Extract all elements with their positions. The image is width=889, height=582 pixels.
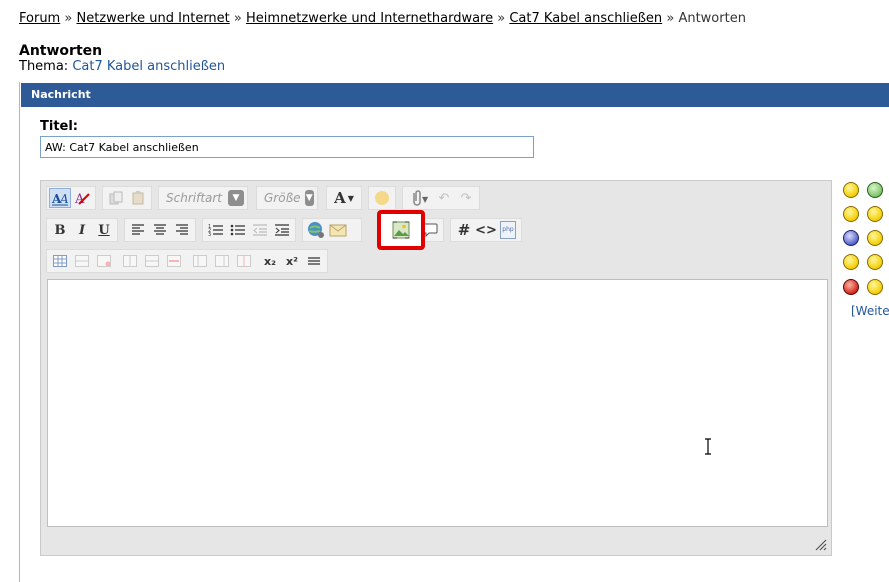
redo-icon[interactable]: ↷: [455, 188, 477, 208]
svg-text:A: A: [59, 192, 69, 206]
font-family-placeholder: Schriftart: [166, 191, 223, 205]
undo-icon[interactable]: ↶: [433, 188, 455, 208]
breadcrumb-link-thread[interactable]: Cat7 Kabel anschließen: [509, 11, 662, 26]
smiley-happy-icon[interactable]: [843, 182, 859, 198]
svg-text:3: 3: [208, 232, 211, 237]
paste-icon[interactable]: [127, 188, 149, 208]
breadcrumb-separator: »: [233, 11, 242, 26]
panel-header: Nachricht: [21, 83, 889, 107]
text-cursor-icon: [705, 438, 711, 455]
breadcrumb-link-netzwerke[interactable]: Netzwerke und Internet: [76, 11, 229, 26]
outdent-icon[interactable]: [249, 220, 271, 240]
align-center-icon[interactable]: [149, 220, 171, 240]
align-right-icon[interactable]: [171, 220, 193, 240]
breadcrumb-current: Antworten: [678, 11, 746, 26]
font-color-label: A: [334, 189, 346, 207]
smiley-eek-icon[interactable]: [867, 254, 883, 270]
title-input[interactable]: [40, 136, 534, 158]
insert-image-icon[interactable]: [392, 221, 410, 239]
title-label: Titel:: [40, 119, 79, 134]
breadcrumb: Forum » Netzwerke und Internet » Heimnet…: [19, 11, 746, 26]
chevron-down-icon: ▼: [228, 190, 244, 206]
ordered-list-icon[interactable]: 123: [205, 220, 227, 240]
thread-info: Thema: Cat7 Kabel anschließen: [19, 59, 225, 74]
highlight-box: [377, 210, 425, 250]
smiley-sad-icon[interactable]: [867, 206, 883, 222]
bold-icon[interactable]: B: [49, 220, 71, 240]
smiley-picker-icon[interactable]: [371, 188, 393, 208]
smiley-surprised-icon[interactable]: [867, 279, 883, 295]
toolbar-group-links: [302, 218, 362, 242]
php-label: php: [500, 221, 516, 239]
toolbar-group-history: ▼ ↶ ↷: [402, 186, 480, 210]
code-icon[interactable]: <>: [475, 220, 497, 240]
resize-handle-icon[interactable]: [815, 539, 827, 551]
svg-text:▼: ▼: [422, 195, 429, 204]
toolbar-group-code: # <> php: [450, 218, 522, 242]
insert-link-icon[interactable]: [305, 220, 327, 240]
underline-icon[interactable]: U: [93, 220, 115, 240]
font-size-placeholder: Größe: [264, 191, 301, 205]
table-col-delete-icon[interactable]: [163, 251, 185, 271]
font-family-select[interactable]: Schriftart ▼: [158, 186, 248, 210]
smiley-cool-icon[interactable]: [843, 230, 859, 246]
breadcrumb-separator: »: [497, 11, 506, 26]
toolbar-row-3: x₂ x²: [46, 249, 334, 273]
table-row-insert-icon[interactable]: [71, 251, 93, 271]
unordered-list-icon[interactable]: [227, 220, 249, 240]
breadcrumb-separator: »: [64, 11, 73, 26]
copy-icon[interactable]: [105, 188, 127, 208]
smiley-smile-icon[interactable]: [843, 206, 859, 222]
switch-mode-icon[interactable]: AA: [49, 188, 71, 208]
indent-icon[interactable]: [271, 220, 293, 240]
subscript-icon[interactable]: x₂: [259, 251, 281, 271]
table-split-icon[interactable]: [211, 251, 233, 271]
thema-link[interactable]: Cat7 Kabel anschließen: [72, 59, 225, 74]
table-merge-icon[interactable]: [189, 251, 211, 271]
table-delete-icon[interactable]: [233, 251, 255, 271]
toolbar-group-style: B I U: [46, 218, 118, 242]
horizontal-rule-icon[interactable]: [303, 251, 325, 271]
attachment-icon[interactable]: ▼: [405, 188, 433, 208]
table-col-right-icon[interactable]: [141, 251, 163, 271]
insert-table-icon[interactable]: [49, 251, 71, 271]
font-size-select[interactable]: Größe ▼: [256, 186, 318, 210]
align-left-icon[interactable]: [127, 220, 149, 240]
toolbar-row-2: B I U 123 # <> php: [46, 218, 528, 242]
toolbar-group-align: [124, 218, 196, 242]
message-textarea[interactable]: [47, 279, 828, 527]
toolbar-group-table: x₂ x²: [46, 249, 328, 273]
breadcrumb-link-heimnetzwerke[interactable]: Heimnetzwerke und Internethardware: [246, 11, 493, 26]
page-title: Antworten: [19, 43, 103, 59]
chevron-down-icon: ▼: [304, 190, 314, 206]
insert-email-icon[interactable]: [327, 220, 349, 240]
italic-icon[interactable]: I: [71, 220, 93, 240]
smiley-mad-icon[interactable]: [843, 279, 859, 295]
smiley-wink-icon[interactable]: [843, 254, 859, 270]
superscript-icon[interactable]: x²: [281, 251, 303, 271]
table-row-delete-icon[interactable]: [93, 251, 115, 271]
more-smilies-link[interactable]: [Weiter: [851, 304, 889, 318]
table-col-insert-icon[interactable]: [119, 251, 141, 271]
thema-label: Thema:: [19, 59, 69, 74]
toolbar-group-clipboard: [102, 186, 152, 210]
remove-format-icon[interactable]: A: [71, 188, 93, 208]
toolbar-group-lists: 123: [202, 218, 296, 242]
toolbar-row-1: AA A Schriftart ▼ Größe ▼ A ▼ ▼ ↶ ↷: [46, 186, 486, 210]
font-color-icon[interactable]: A ▼: [329, 188, 359, 208]
wysiwyg-editor: AA A Schriftart ▼ Größe ▼ A ▼ ▼ ↶ ↷ B I …: [40, 180, 832, 556]
toolbar-group-mode: AA A: [46, 186, 96, 210]
breadcrumb-link-forum[interactable]: Forum: [19, 11, 60, 26]
toolbar-group-smiley: [368, 186, 396, 210]
hash-icon[interactable]: #: [453, 220, 475, 240]
smiley-grin-icon[interactable]: [867, 182, 883, 198]
breadcrumb-separator: »: [666, 11, 675, 26]
smiley-confused-icon[interactable]: [867, 230, 883, 246]
toolbar-group-color: A ▼: [326, 186, 362, 210]
php-icon[interactable]: php: [497, 220, 519, 240]
